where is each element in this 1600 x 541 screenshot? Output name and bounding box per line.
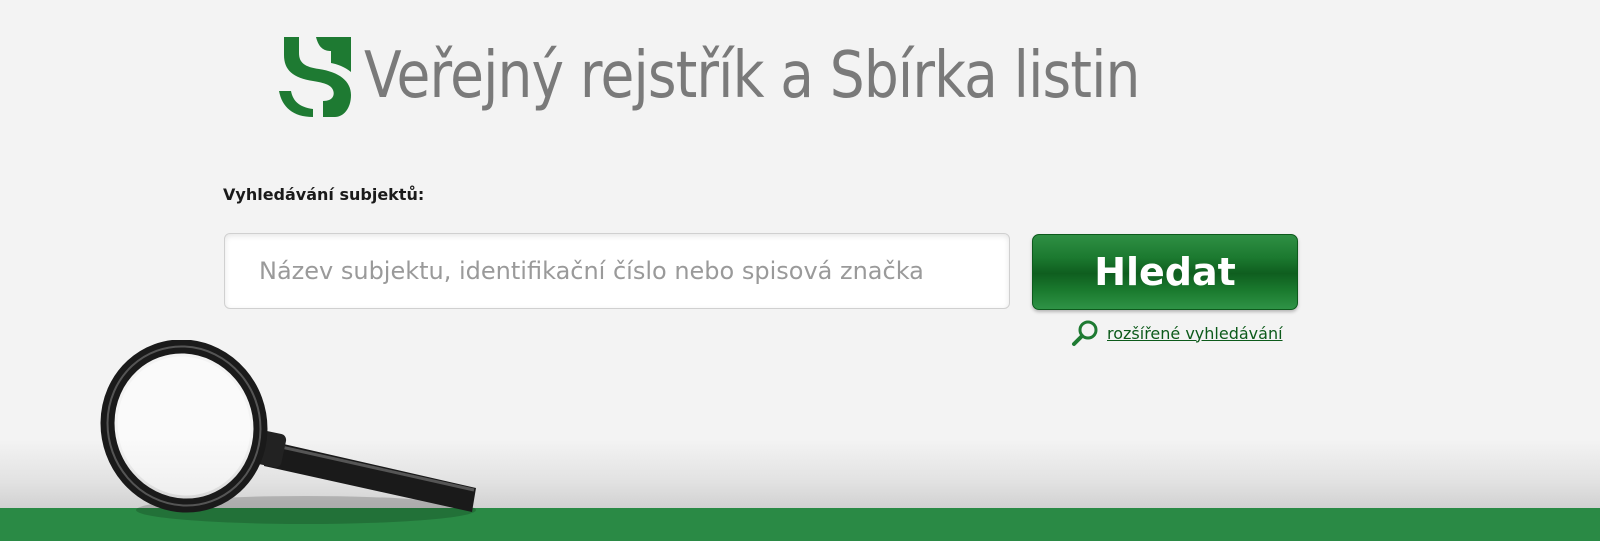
site-title: Veřejný rejstřík a Sbírka listin bbox=[364, 39, 1140, 113]
justice-s-logo-icon bbox=[279, 37, 351, 117]
magnifying-glass-decoration bbox=[100, 340, 476, 524]
search-label: Vyhledávání subjektů: bbox=[223, 185, 425, 204]
advanced-search-link[interactable]: rozšířené vyhledávání bbox=[1071, 318, 1283, 348]
advanced-search-label: rozšířené vyhledávání bbox=[1107, 323, 1283, 343]
magnifier-icon bbox=[1072, 320, 1098, 346]
search-button[interactable]: Hledat bbox=[1032, 234, 1298, 310]
page: Veřejný rejstřík a Sbírka listin Vyhledá… bbox=[0, 0, 1600, 541]
search-input[interactable] bbox=[224, 233, 1010, 309]
